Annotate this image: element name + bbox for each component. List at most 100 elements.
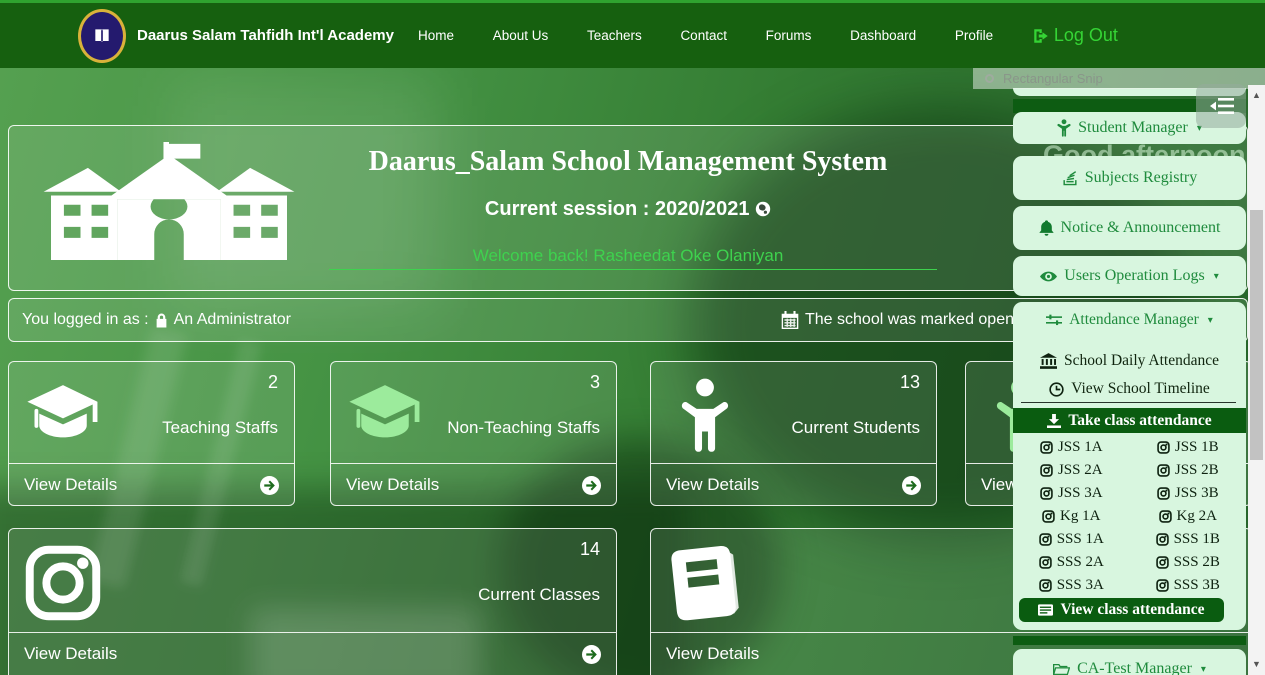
nav-item-profile[interactable]: Profile: [955, 28, 993, 43]
view-details-label: View Details: [666, 475, 759, 495]
class-icon: [1039, 533, 1052, 546]
class-link-jss-1a[interactable]: JSS 1A: [1013, 436, 1130, 459]
stat-card-current-students: 13 Current Students View Details: [650, 361, 937, 506]
button-label: Take class attendance: [1068, 412, 1211, 430]
arrow-circle-icon: [582, 476, 601, 495]
nav-item-forums[interactable]: Forums: [766, 28, 812, 43]
sidebar-menu: Student Manager ▾ Subjects Registry Noti…: [1013, 88, 1246, 675]
lock-icon: [155, 312, 168, 329]
stat-card-current-classes: 14 Current Classes View Details: [8, 528, 617, 675]
view-class-attendance-button[interactable]: View class attendance: [1019, 598, 1224, 622]
arrow-circle-icon: [260, 476, 279, 495]
nav-item-dashboard[interactable]: Dashboard: [850, 28, 916, 43]
class-link-jss-2a[interactable]: JSS 2A: [1013, 459, 1130, 482]
stat-count: 3: [590, 372, 600, 393]
chevron-down-icon: ▾: [1208, 315, 1213, 326]
sidebar-item-school-daily-attendance[interactable]: School Daily Attendance: [1013, 350, 1246, 372]
divider: [1021, 402, 1236, 403]
brand[interactable]: Daarus Salam Tahfidh Int'l Academy: [78, 3, 394, 68]
button-label: View class attendance: [1060, 601, 1204, 619]
download-icon: [1047, 414, 1061, 428]
logged-in-status: You logged in as : An Administrator: [22, 311, 291, 329]
graduation-cap-icon: [25, 378, 101, 454]
instagram-icon: [25, 545, 101, 621]
sidebar-item-view-school-timeline[interactable]: View School Timeline: [1013, 378, 1246, 400]
vertical-scrollbar[interactable]: ▲ ▼: [1248, 85, 1265, 675]
clock-icon: [1049, 382, 1064, 397]
class-link-jss-1b[interactable]: JSS 1B: [1130, 436, 1247, 459]
class-link-sss-1b[interactable]: SSS 1B: [1130, 528, 1247, 551]
stat-card-teaching-staffs: 2 Teaching Staffs View Details: [8, 361, 295, 506]
class-icon: [1040, 441, 1053, 454]
logout-icon: [1032, 27, 1050, 45]
stat-card-non-teaching-staffs: 3 Non-Teaching Staffs View Details: [330, 361, 617, 506]
class-icon: [1040, 464, 1053, 477]
class-icon: [1157, 464, 1170, 477]
stack-icon: [1062, 170, 1078, 186]
sidebar-toggle-button[interactable]: [1196, 84, 1246, 128]
folder-icon: [1053, 663, 1070, 675]
nav-item-about-us[interactable]: About Us: [493, 28, 549, 43]
class-link-jss-2b[interactable]: JSS 2B: [1130, 459, 1247, 482]
view-details-row[interactable]: View Details: [9, 463, 294, 506]
class-link-sss-3a[interactable]: SSS 3A: [1013, 574, 1130, 597]
class-link-sss-2b[interactable]: SSS 2B: [1130, 551, 1247, 574]
scrollbar-up-arrow[interactable]: ▲: [1248, 88, 1265, 102]
sidebar-item-users-operation-logs[interactable]: Users Operation Logs ▾: [1013, 256, 1246, 296]
arrow-circle-icon: [902, 476, 921, 495]
eye-icon: [1040, 271, 1057, 282]
sidebar-divider-band: [1013, 636, 1246, 645]
stat-label: Current Classes: [478, 585, 600, 605]
class-icon: [1157, 487, 1170, 500]
school-open-text: The school was marked open: [805, 311, 1014, 329]
stat-label: Current Students: [791, 418, 920, 438]
class-icon: [1042, 510, 1055, 523]
sidebar-item-ca-test-manager[interactable]: CA-Test Manager ▾: [1013, 649, 1246, 675]
nav-item-home[interactable]: Home: [418, 28, 454, 43]
graduation-cap-icon: [347, 378, 423, 454]
nav-item-contact[interactable]: Contact: [680, 28, 727, 43]
sidebar-item-subjects-registry[interactable]: Subjects Registry: [1013, 156, 1246, 200]
view-details-label: View Details: [24, 644, 117, 664]
sidebar-item-label: CA-Test Manager: [1077, 660, 1192, 675]
sidebar-item-label: Attendance Manager: [1069, 311, 1199, 329]
class-link-kg-1a[interactable]: Kg 1A: [1013, 505, 1130, 528]
school-open-status: The school was marked open: [781, 311, 1014, 329]
stat-count: 2: [268, 372, 278, 393]
class-link-sss-2a[interactable]: SSS 2A: [1013, 551, 1130, 574]
nav-item-teachers[interactable]: Teachers: [587, 28, 642, 43]
sidebar-item-label: Subjects Registry: [1085, 169, 1197, 187]
class-link-sss-3b[interactable]: SSS 3B: [1130, 574, 1247, 597]
stat-label: Teaching Staffs: [162, 418, 278, 438]
calendar-icon: [781, 311, 799, 329]
main-content: Good afternoon ! Daarus_Salam School Man…: [0, 68, 1265, 675]
sidebar-item-notice-announcement[interactable]: Notice & Announcement: [1013, 206, 1246, 250]
class-link-sss-1a[interactable]: SSS 1A: [1013, 528, 1130, 551]
take-class-attendance-button[interactable]: Take class attendance: [1013, 408, 1246, 433]
class-link-jss-3b[interactable]: JSS 3B: [1130, 482, 1247, 505]
child-icon: [667, 378, 743, 454]
logout-link[interactable]: Log Out: [1032, 25, 1118, 46]
stat-count: 14: [580, 539, 600, 560]
bank-icon: [1040, 353, 1057, 369]
view-details-row[interactable]: View Details: [651, 463, 936, 506]
class-link-jss-3a[interactable]: JSS 3A: [1013, 482, 1130, 505]
school-dashboard-screen: Daarus Salam Tahfidh Int'l Academy Home …: [0, 0, 1265, 675]
nav-links: Home About Us Teachers Contact Forums Da…: [418, 3, 1118, 68]
list-card-icon: [1038, 604, 1053, 616]
scrollbar-thumb[interactable]: [1250, 210, 1263, 460]
academy-logo-icon: [78, 9, 126, 63]
sidebar-item-label: Users Operation Logs: [1064, 267, 1204, 285]
view-details-label: View Details: [346, 475, 439, 495]
sidebar-item-attendance-manager[interactable]: Attendance Manager ▾: [1013, 310, 1246, 330]
view-details-row[interactable]: View Details: [331, 463, 616, 506]
view-details-row[interactable]: View Details: [9, 632, 616, 675]
class-icon: [1159, 510, 1172, 523]
logout-label: Log Out: [1054, 25, 1118, 46]
class-link-kg-2a[interactable]: Kg 2A: [1130, 505, 1247, 528]
welcome-underline: [329, 269, 937, 270]
stat-count: 13: [900, 372, 920, 393]
sidebar-section-attendance: Attendance Manager ▾ School Daily Attend…: [1013, 302, 1246, 630]
bell-icon: [1039, 220, 1054, 237]
scrollbar-down-arrow[interactable]: ▼: [1248, 657, 1265, 671]
